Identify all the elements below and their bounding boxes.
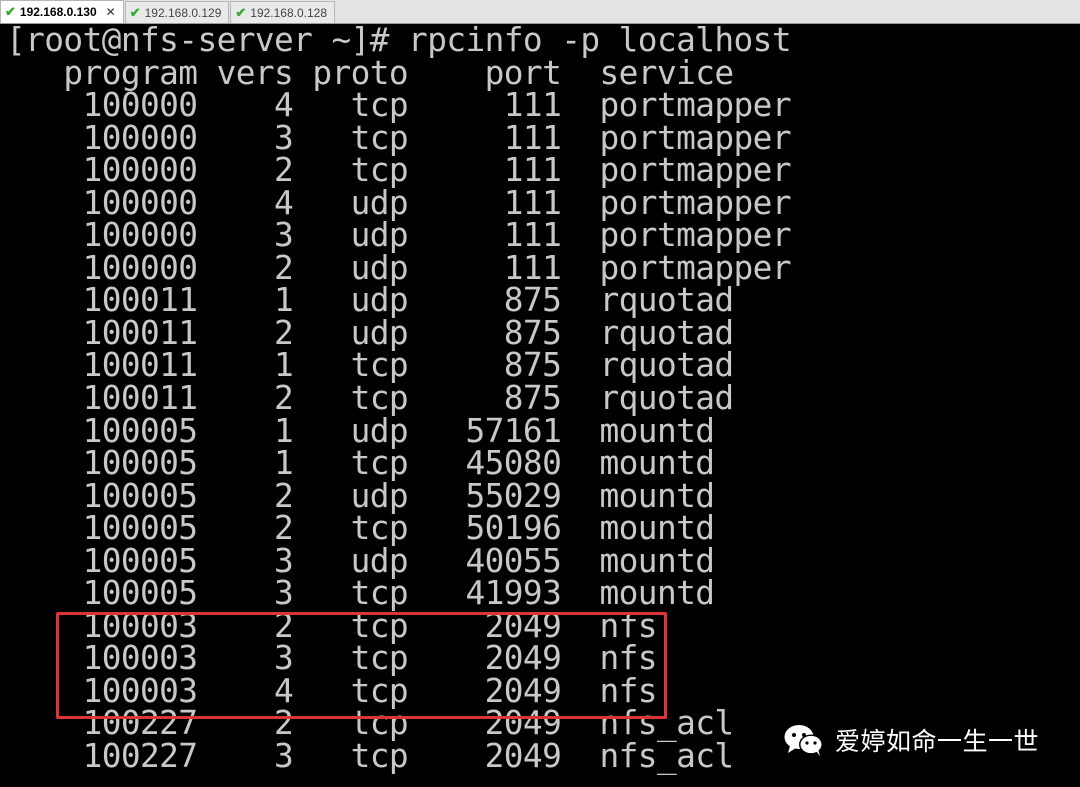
table-row: 100000 4 udp 111 portmapper: [6, 183, 792, 222]
tab-192-168-0-130[interactable]: ✔ 192.168.0.130 ✕: [0, 0, 124, 23]
table-row: 100011 1 tcp 875 rquotad: [6, 346, 735, 385]
connected-check-icon: ✔: [5, 4, 16, 19]
table-row: 100000 3 tcp 111 portmapper: [6, 118, 792, 157]
connected-check-icon: ✔: [235, 4, 247, 20]
watermark-text: 爱婷如命一生一世: [835, 727, 1040, 756]
table-row: 100000 2 tcp 111 portmapper: [6, 151, 792, 190]
tab-label: 192.168.0.128: [250, 5, 328, 20]
tab-192-168-0-129[interactable]: ✔ 192.168.0.129: [124, 1, 230, 23]
table-row: 100011 1 udp 875 rquotad: [6, 281, 735, 320]
nfs-highlight-box: [56, 612, 667, 719]
table-row: 100005 1 tcp 45080 mountd: [6, 444, 715, 483]
table-row: 100005 2 tcp 50196 mountd: [6, 509, 715, 548]
table-row: 100005 2 udp 55029 mountd: [6, 476, 715, 515]
table-header: program vers proto port service: [6, 53, 734, 92]
connected-check-icon: ✔: [129, 4, 141, 20]
wechat-icon: [784, 725, 823, 756]
command-prompt-line: [root@nfs-server ~]# rpcinfo -p localhos…: [6, 24, 792, 59]
table-row: 100000 2 udp 111 portmapper: [6, 248, 792, 287]
table-row: 100005 1 udp 57161 mountd: [6, 411, 715, 450]
table-row: 100000 3 udp 111 portmapper: [6, 216, 792, 255]
table-row: 100005 3 tcp 41993 mountd: [6, 574, 715, 613]
tab-label: 192.168.0.130: [19, 5, 97, 19]
close-icon[interactable]: ✕: [106, 5, 116, 19]
tab-bar: ✔ 192.168.0.130 ✕ ✔ 192.168.0.129 ✔ 192.…: [0, 0, 1080, 24]
watermark: 爱婷如命一生一世: [783, 718, 1039, 762]
table-row: 100005 3 udp 40055 mountd: [6, 541, 715, 580]
tab-192-168-0-128[interactable]: ✔ 192.168.0.128: [230, 1, 336, 23]
table-row: 100011 2 udp 875 rquotad: [6, 313, 735, 352]
tab-label: 192.168.0.129: [144, 5, 222, 20]
table-row: 100000 4 tcp 111 portmapper: [6, 86, 792, 125]
table-row: 100011 2 tcp 875 rquotad: [6, 379, 735, 418]
